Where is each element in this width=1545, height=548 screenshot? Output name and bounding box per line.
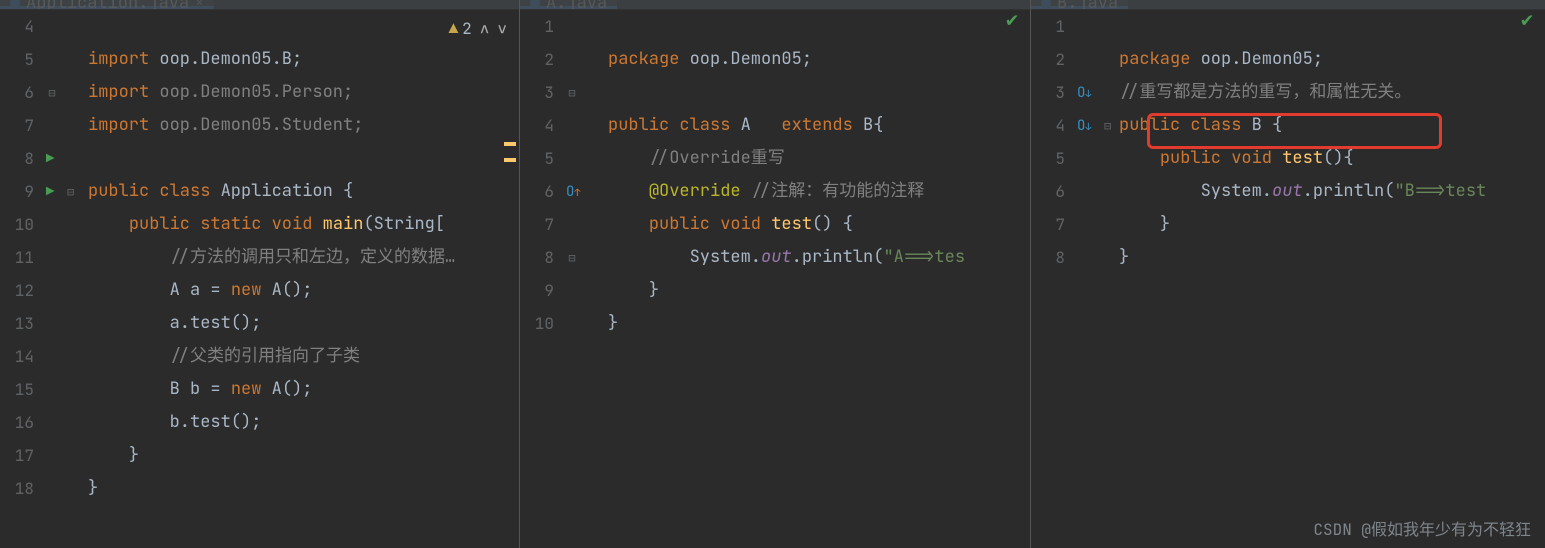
- close-icon[interactable]: ×: [195, 0, 203, 10]
- fold-icon[interactable]: ⊟: [65, 176, 77, 209]
- editor-pane-b: B.java ✔ 12 34 56 78 O↓ O↓ ⊟ package oop…: [1030, 0, 1545, 548]
- fold-icon[interactable]: ⊟: [1102, 110, 1114, 143]
- file-icon: [530, 0, 540, 8]
- line-gutter: 12 34 56 78: [1031, 10, 1077, 548]
- tab-label: Application.java: [26, 0, 189, 10]
- next-issue-icon[interactable]: ∨: [497, 18, 507, 39]
- warning-icon: ▲: [449, 18, 459, 39]
- run-icon[interactable]: ▶: [46, 143, 54, 176]
- file-icon: [10, 0, 20, 8]
- gutter-icons: ⊟ ▶ ▶ ⊟: [46, 10, 88, 548]
- editor-pane-a: A.java ✔ 12 34 56 78 910 ⊟ O↑ ⊟ package …: [519, 0, 1030, 548]
- code-area[interactable]: import oop.Demon05.B; import oop.Demon05…: [88, 10, 519, 548]
- scrollbar-marker: [504, 142, 516, 146]
- tab-bar: Application.java ×: [0, 0, 519, 10]
- warning-count: 2: [462, 18, 472, 39]
- overridden-icon[interactable]: O↓: [1077, 84, 1091, 102]
- tab-application[interactable]: Application.java ×: [0, 0, 214, 9]
- fold-icon[interactable]: ⊟: [566, 242, 578, 275]
- code-area[interactable]: package oop.Demon05; //重写都是方法的重写，和属性无关。 …: [1119, 10, 1545, 548]
- file-icon: [1041, 0, 1051, 8]
- override-icon[interactable]: O↑: [566, 183, 580, 201]
- code-editor[interactable]: 12 34 56 78 910 ⊟ O↑ ⊟ package oop.Demon…: [520, 10, 1030, 548]
- gutter-icons: ⊟ O↑ ⊟: [566, 10, 608, 548]
- code-area[interactable]: package oop.Demon05; public class A exte…: [608, 10, 1030, 548]
- tab-label: A.java: [546, 0, 607, 10]
- tab-bar: B.java: [1031, 0, 1545, 10]
- fold-icon[interactable]: ⊟: [566, 77, 578, 110]
- code-editor[interactable]: 45 67 89 1011 1213 1415 1617 18 ⊟ ▶ ▶ ⊟ …: [0, 10, 519, 548]
- tab-a[interactable]: A.java: [520, 0, 617, 9]
- tab-b[interactable]: B.java: [1031, 0, 1128, 9]
- gutter-icons: O↓ O↓ ⊟: [1077, 10, 1119, 548]
- editor-pane-application: Application.java × ▲ 2 ∧ ∨ 45 67 89 1011…: [0, 0, 519, 548]
- fold-icon[interactable]: ⊟: [46, 77, 58, 110]
- code-editor[interactable]: 12 34 56 78 O↓ O↓ ⊟ package oop.Demon05;…: [1031, 10, 1545, 548]
- line-gutter: 45 67 89 1011 1213 1415 1617 18: [0, 10, 46, 548]
- run-icon[interactable]: ▶: [46, 176, 54, 209]
- check-icon[interactable]: ✔: [1006, 6, 1018, 32]
- check-icon[interactable]: ✔: [1521, 6, 1533, 32]
- scrollbar-marker: [504, 158, 516, 162]
- tab-label: B.java: [1057, 0, 1118, 10]
- warning-badge[interactable]: ▲ 2: [449, 18, 472, 39]
- overridden-icon[interactable]: O↓: [1077, 117, 1091, 135]
- prev-issue-icon[interactable]: ∧: [480, 18, 490, 39]
- tab-bar: A.java: [520, 0, 1030, 10]
- line-gutter: 12 34 56 78 910: [520, 10, 566, 548]
